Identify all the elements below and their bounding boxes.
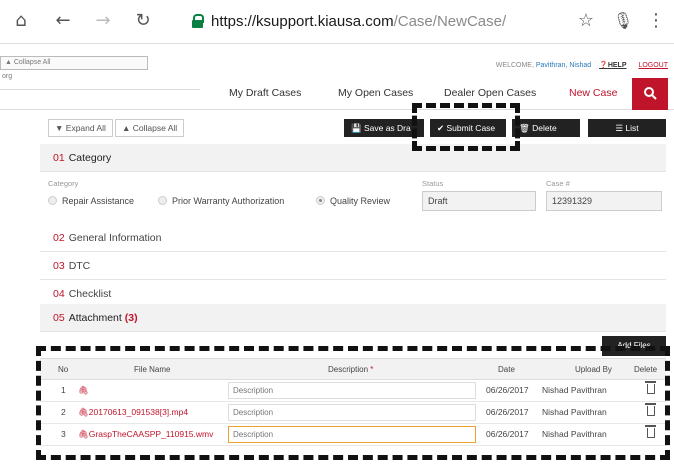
radio-quality-review[interactable]: Quality Review xyxy=(316,195,390,207)
radio-repair-assistance[interactable]: Repair Assistance xyxy=(48,195,134,207)
star-icon[interactable]: ☆ xyxy=(573,8,599,34)
status-field: Draft xyxy=(422,191,536,211)
section-number: 05 xyxy=(53,312,65,324)
section-title: Category xyxy=(68,152,112,164)
trash-icon: 🗑 xyxy=(519,123,533,133)
search-icon xyxy=(644,87,657,100)
lock-icon xyxy=(192,14,204,28)
annotation-box-submit xyxy=(412,103,520,151)
nav-dealer-open-cases[interactable]: Dealer Open Cases xyxy=(444,87,536,99)
delete-case-button[interactable]: 🗑 Delete Case xyxy=(512,119,580,149)
collapse-all-button[interactable]: ▲ Collapse All xyxy=(115,119,185,137)
help-label: HELP xyxy=(607,62,627,69)
logout-link[interactable]: LOGOUT xyxy=(638,62,668,69)
search-button[interactable] xyxy=(632,78,668,110)
forward-icon[interactable]: → xyxy=(90,8,116,34)
welcome-text: WELCOME, xyxy=(495,62,534,69)
save-icon: 💾 xyxy=(351,123,364,133)
collapse-all-mini[interactable]: ▲ Collapse All xyxy=(0,56,148,70)
address-bar[interactable]: https://ksupport.kiausa.com/Case/NewCase… xyxy=(192,10,506,34)
url-host: https://ksupport.kiausa.com xyxy=(211,13,394,30)
save-draft-label: Save as Dra xyxy=(363,123,411,133)
url-path: /Case/NewCase/ xyxy=(393,13,507,30)
case-number-label: Case # xyxy=(546,179,570,188)
section-category[interactable]: 01 Category xyxy=(40,144,666,172)
status-label: Status xyxy=(422,179,444,188)
section-number: 01 xyxy=(53,152,65,164)
section-general-information[interactable]: 02 General Information xyxy=(40,224,666,252)
back-icon[interactable]: ← xyxy=(50,8,76,34)
welcome-bar: WELCOME, Pavithran, Nishad ❓HELP LOGOUT xyxy=(496,61,668,69)
section-number: 03 xyxy=(53,260,65,272)
reload-icon[interactable]: ↻ xyxy=(130,8,156,34)
list-icon: ☰ xyxy=(615,123,626,133)
nav-new-case[interactable]: New Case xyxy=(569,87,617,99)
radio-dot xyxy=(158,196,167,205)
annotation-box-attachments xyxy=(36,346,670,460)
list-label: List xyxy=(625,123,639,133)
list-button[interactable]: ☰ List xyxy=(588,119,666,137)
welcome-user[interactable]: Pavithran, Nishad xyxy=(536,62,591,69)
radio-dot-selected xyxy=(316,196,325,205)
section-number: 02 xyxy=(53,232,65,244)
radio-label: Prior Warranty Authorization xyxy=(172,196,285,206)
nav-my-draft-cases[interactable]: My Draft Cases xyxy=(229,87,301,99)
help-link[interactable]: ❓HELP xyxy=(599,62,626,69)
section-attachment[interactable]: 05 Attachment (3) xyxy=(40,304,666,332)
expand-all-button[interactable]: ▼ Expand All xyxy=(48,119,113,137)
case-number-field: 12391329 xyxy=(546,191,662,211)
nav-my-open-cases[interactable]: My Open Cases xyxy=(338,87,413,99)
section-title: Checklist xyxy=(68,288,112,300)
main-nav: My Draft Cases My Open Cases Dealer Open… xyxy=(0,78,674,110)
category-label: Category xyxy=(48,179,79,188)
section-title: DTC xyxy=(68,260,91,272)
attachment-count: (3) xyxy=(124,312,138,324)
radio-prior-warranty[interactable]: Prior Warranty Authorization xyxy=(158,195,284,207)
section-dtc[interactable]: 03 DTC xyxy=(40,252,666,280)
section-title: Attachment xyxy=(68,312,122,324)
mic-icon[interactable]: 🎙 xyxy=(610,8,636,34)
section-number: 04 xyxy=(53,288,65,300)
radio-label: Repair Assistance xyxy=(62,196,135,206)
menu-icon[interactable]: ⋮ xyxy=(643,8,669,34)
radio-dot xyxy=(48,196,57,205)
browser-toolbar: ⌂ ← → ↻ https://ksupport.kiausa.com/Case… xyxy=(0,0,674,44)
radio-label: Quality Review xyxy=(330,196,391,206)
section-title: General Information xyxy=(68,232,162,244)
home-icon[interactable]: ⌂ xyxy=(8,8,34,34)
